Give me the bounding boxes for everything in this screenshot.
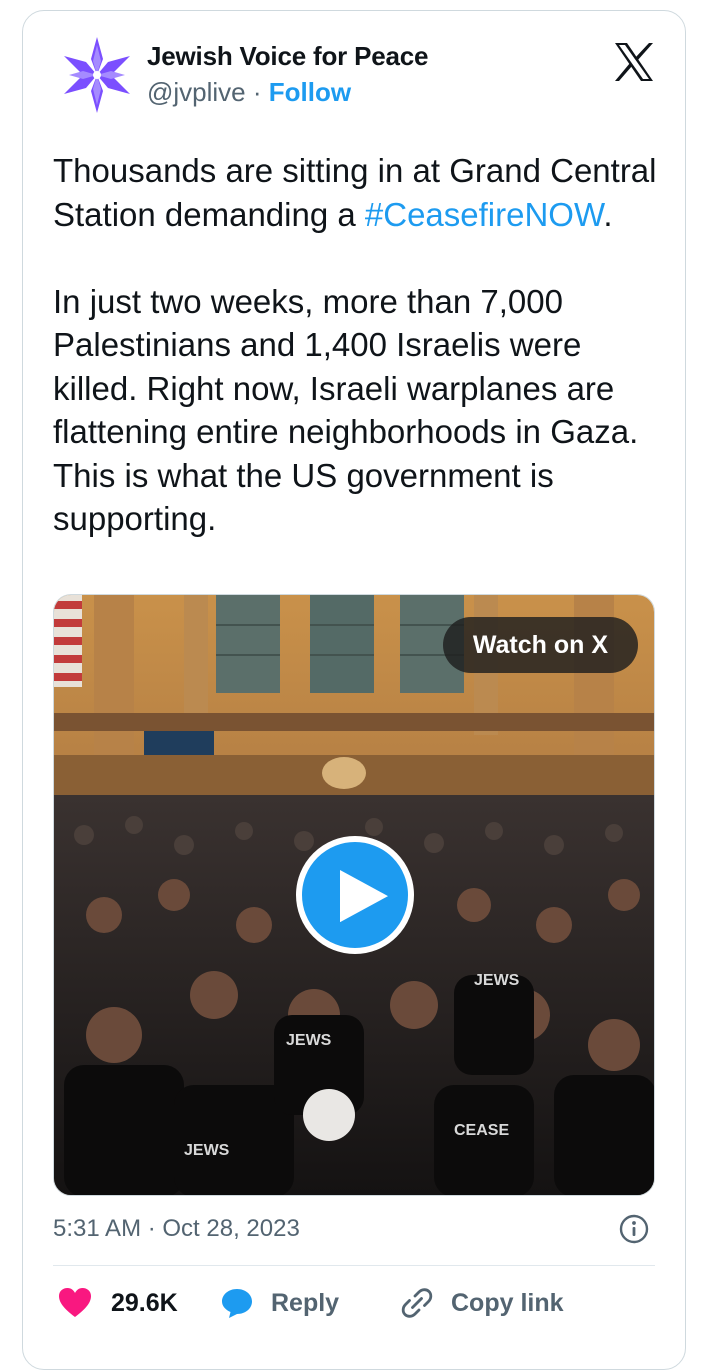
author-name[interactable]: Jewish Voice for Peace xyxy=(147,41,428,72)
reply-label: Reply xyxy=(271,1288,340,1317)
hashtag-link[interactable]: #CeasefireNOW xyxy=(365,196,603,233)
copy-link-label: Copy link xyxy=(451,1288,564,1317)
play-icon xyxy=(340,870,388,922)
action-bar: 29.6K Reply Copy link xyxy=(53,1281,655,1325)
like-count: 29.6K xyxy=(111,1288,178,1317)
svg-text:JEWS: JEWS xyxy=(184,1142,230,1159)
info-icon[interactable] xyxy=(619,1214,649,1244)
play-button[interactable] xyxy=(296,836,414,954)
tweet-timestamp[interactable]: 5:31 AM · Oct 28, 2023 xyxy=(53,1215,300,1243)
link-icon xyxy=(401,1288,433,1318)
like-button[interactable]: 29.6K xyxy=(57,1281,178,1325)
video-thumbnail[interactable]: JEWS CEASE JEWS JEWS Watch on X xyxy=(53,594,655,1196)
speech-bubble-icon xyxy=(222,1289,252,1318)
tweet-embed-card: Jewish Voice for Peace @jvplive · Follow… xyxy=(22,10,686,1370)
tweet-text: Thousands are sitting in at Grand Centra… xyxy=(53,149,673,541)
copy-link-button[interactable]: Copy link xyxy=(399,1281,564,1325)
heart-icon xyxy=(59,1288,91,1317)
author-handle-row: @jvplive · Follow xyxy=(147,77,351,108)
tweet-paragraph-2: In just two weeks, more than 7,000 Pales… xyxy=(53,282,639,538)
reply-button[interactable]: Reply xyxy=(219,1281,339,1325)
jvp-star-logo[interactable] xyxy=(57,35,137,115)
divider xyxy=(53,1265,655,1266)
author-handle[interactable]: @jvplive xyxy=(147,77,246,107)
svg-text:CEASE: CEASE xyxy=(454,1122,509,1139)
tweet-paragraph-1: Thousands are sitting in at Grand Centra… xyxy=(53,149,673,236)
handle-separator: · xyxy=(245,77,269,107)
watch-on-x-button[interactable]: Watch on X xyxy=(442,617,638,673)
svg-text:JEWS: JEWS xyxy=(286,1032,332,1049)
follow-button[interactable]: Follow xyxy=(269,77,351,107)
tweet-text-period: . xyxy=(603,195,613,233)
svg-text:JEWS: JEWS xyxy=(474,972,520,989)
x-logo-icon[interactable] xyxy=(613,41,655,83)
